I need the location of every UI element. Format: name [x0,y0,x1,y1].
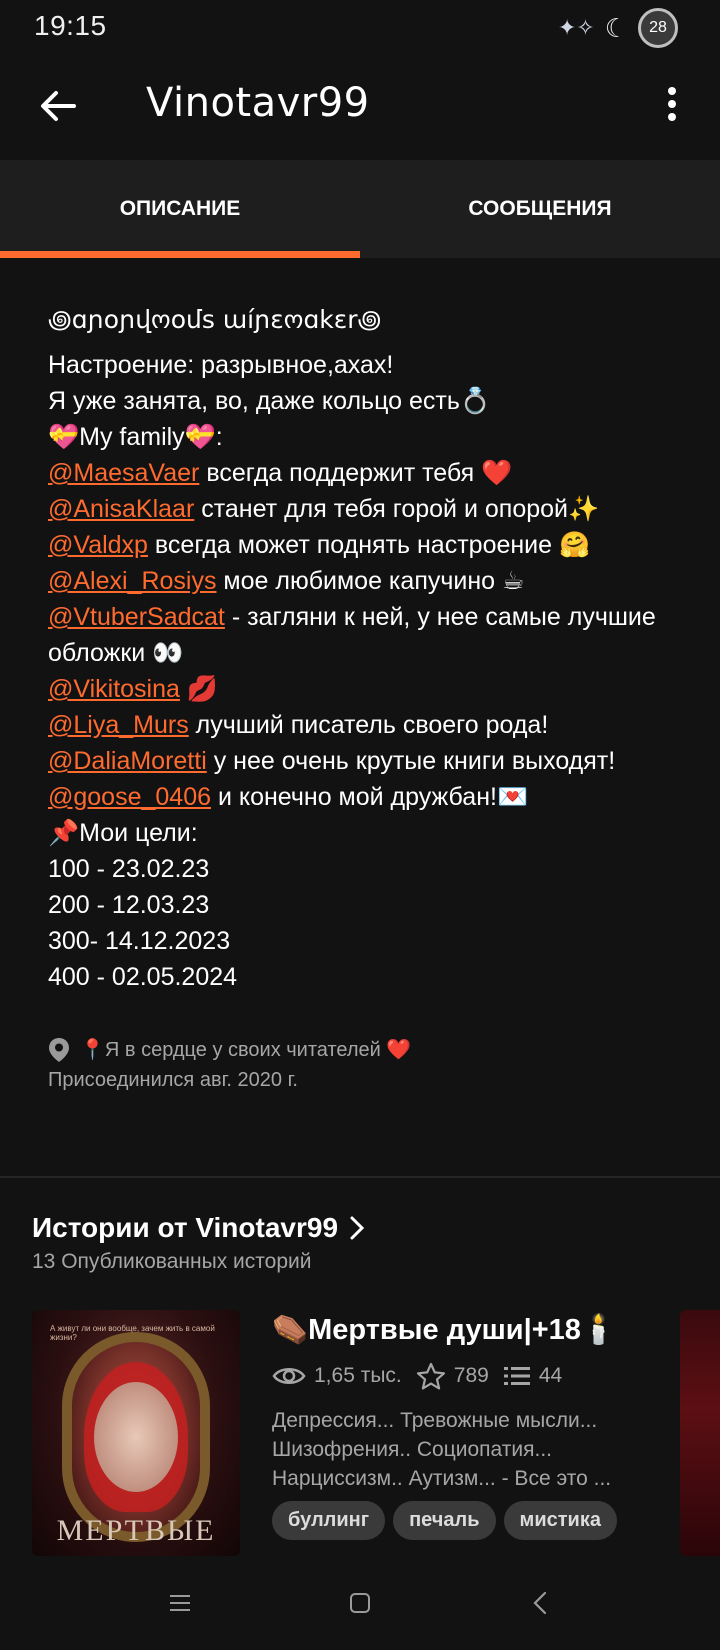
tag-chip[interactable]: буллинг [272,1501,386,1540]
story-stats: 1,65 тыс. 789 44 [272,1362,672,1390]
user-mention-link[interactable]: @goose_0406 [48,783,211,811]
nav-home-button[interactable] [330,1573,390,1633]
goals-title: 📌Мои цели: [48,819,198,847]
user-mention-link[interactable]: @VtuberSadcat [48,603,225,631]
home-square-icon [350,1593,370,1613]
family-line: 💝My family💝: [48,423,223,451]
tab-messages[interactable]: СООБЩЕНИЯ [360,160,720,258]
views-stat: 1,65 тыс. [272,1364,402,1388]
arrow-left-icon [41,91,76,121]
back-button[interactable] [34,82,82,130]
mention-line: @Valdxp всегда может поднять настроение … [48,531,591,559]
user-mention-link[interactable]: @Valdxp [48,531,148,559]
goal-item: 200 - 12.03.23 [48,891,210,919]
page-title: Vinotavr99 [146,80,370,126]
story-title[interactable]: ⚰️Мертвые души|+18🕯️ [272,1310,672,1350]
tag-chip[interactable]: мистика [503,1501,617,1540]
more-options-button[interactable] [652,80,692,128]
stories-title: Истории от Vinotavr99 [32,1212,339,1243]
tab-description[interactable]: ОПИСАНИЕ [0,160,360,258]
menu-icon [170,1595,190,1611]
parts-stat: 44 [503,1364,562,1388]
mention-line: @goose_0406 и конечно мой дружбан!💌 [48,783,529,811]
joined-date: Присоединился авг. 2020 г. [48,1069,298,1091]
story-summary: Депрессия... Тревожные мысли... Шизофрен… [272,1409,612,1490]
goal-item: 300- 14.12.2023 [48,927,231,955]
cover-tagline: А живут ли они вообще, зачем жить в само… [50,1324,215,1342]
chevron-right-icon [350,1216,365,1240]
user-mention-link[interactable]: @MaesaVaer [48,459,199,487]
back-chevron-icon [533,1591,547,1615]
description-heading: ꩜ɑɲoɲվოoմs աíɲɛოɑkɛr꩜ [48,305,382,334]
story-cover[interactable]: А живут ли они вообще, зачем жить в само… [32,1310,240,1556]
next-story-cover[interactable] [680,1310,720,1556]
goal-item: 400 - 02.05.2024 [48,963,238,991]
profile-description: ꩜ɑɲoɲվოoմs աíɲɛოɑkɛr꩜ Настроение: разрыв… [48,300,688,995]
votes-stat: 789 [416,1362,489,1390]
story-tags: буллинг печаль мистика [272,1501,672,1540]
cover-title: МЕРТВЫЕ [56,1514,216,1547]
busy-line: Я уже занята, во, даже кольцо есть💍 [48,387,491,415]
battery-indicator: 28 [638,8,678,48]
stories-count: 13 Опубликованных историй [32,1250,312,1273]
mention-line: @MaesaVaer всегда поддержит тебя ❤️ [48,459,513,487]
mention-line: @DaliaMoretti у нее очень крутые книги в… [48,747,616,775]
eye-icon [272,1368,306,1384]
star-icon [416,1362,445,1390]
tag-chip[interactable]: печаль [393,1501,496,1540]
location-row: 📍Я в сердце у своих читателей ❤️ [48,1035,688,1065]
profile-tabs: ОПИСАНИЕ СООБЩЕНИЯ [0,160,720,258]
mention-line: @AnisaKlaar станет для тебя горой и опор… [48,495,600,523]
mood-line: Настроение: разрывное,ахах! [48,351,394,379]
sparkle-icon: ✦✧ [557,15,595,40]
mention-line: @VtuberSadcat - загляни к ней, у нее сам… [48,603,656,667]
nav-back-button[interactable] [510,1573,570,1633]
goal-item: 100 - 23.02.23 [48,855,210,883]
system-nav-bar [0,1556,720,1650]
nav-menu-button[interactable] [150,1573,210,1633]
user-mention-link[interactable]: @Vikitosina [48,675,180,703]
location-text: 📍Я в сердце у своих читателей ❤️ [80,1039,412,1061]
user-mention-link[interactable]: @Liya_Murs [48,711,189,739]
moon-icon: ☾ [604,12,628,43]
location-pin-icon [49,1038,69,1062]
user-mention-link[interactable]: @Alexi_Rosiys [48,567,216,595]
mention-line: @Alexi_Rosiys мое любимое капучино ☕ [48,567,525,595]
user-mention-link[interactable]: @DaliaMoretti [48,747,207,775]
section-divider [0,1176,720,1178]
story-card[interactable]: ⚰️Мертвые души|+18🕯️ 1,65 тыс. 789 44 Де… [272,1310,672,1540]
app-bar: Vinotavr99 [0,52,720,160]
status-bar: 19:15 ✦✧ ☾ 28 [0,0,720,52]
status-icons: ✦✧ ☾ 28 [558,8,678,48]
views-count: 1,65 тыс. [314,1364,402,1387]
parts-count: 44 [538,1364,563,1387]
list-icon [503,1367,530,1385]
status-time: 19:15 [34,10,107,41]
user-mention-link[interactable]: @AnisaKlaar [48,495,194,523]
more-vertical-icon [668,87,676,121]
votes-count: 789 [453,1364,489,1387]
profile-meta: 📍Я в сердце у своих читателей ❤️ Присоед… [48,1035,688,1095]
mention-line: @Vikitosina 💋 [48,675,218,703]
stories-header-link[interactable]: Истории от Vinotavr99 [32,1212,365,1244]
mention-line: @Liya_Murs лучший писатель своего рода! [48,711,549,739]
